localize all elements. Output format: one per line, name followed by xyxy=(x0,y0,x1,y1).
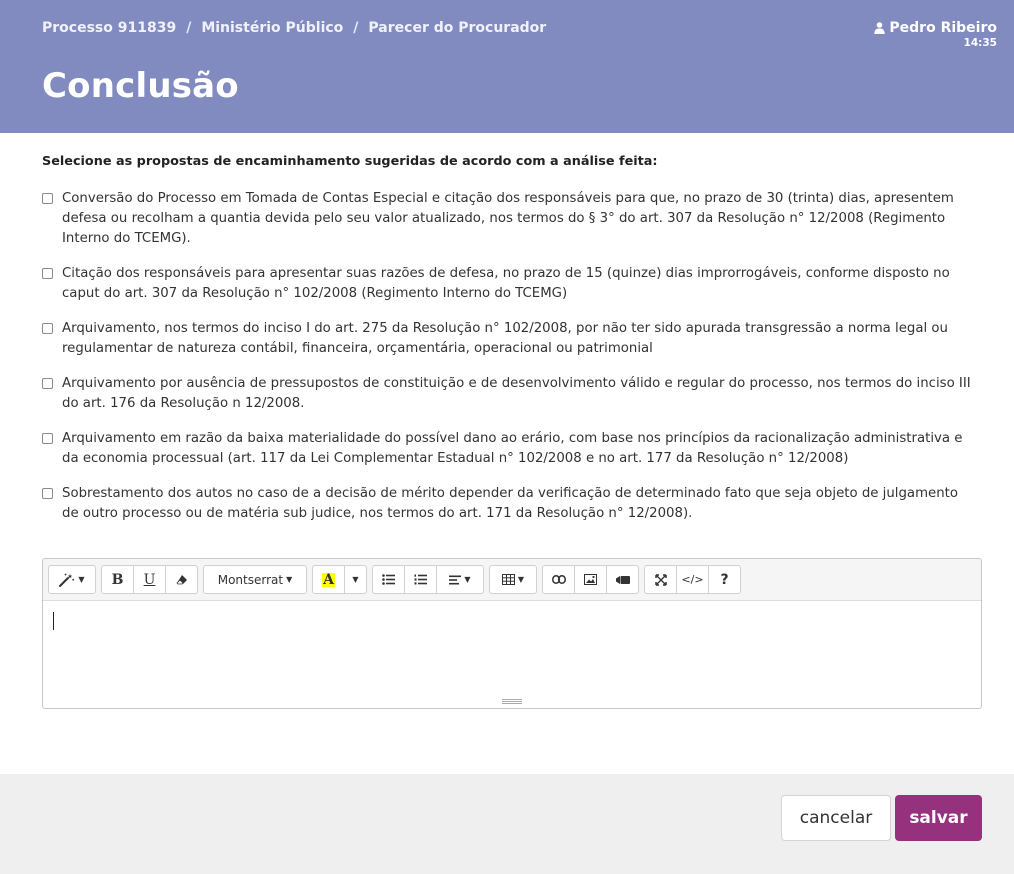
fullscreen-button[interactable] xyxy=(644,565,677,594)
option-checkbox[interactable] xyxy=(42,378,53,389)
font-name-group: Montserrat ▼ xyxy=(203,565,307,600)
breadcrumb: Processo 911839 / Ministério Público / P… xyxy=(42,20,546,36)
font-name-dropdown[interactable]: Montserrat ▼ xyxy=(203,565,307,594)
style-group: ▼ xyxy=(48,565,96,600)
option-label: Citação dos responsáveis para apresentar… xyxy=(62,266,950,301)
current-time: 14:35 xyxy=(963,37,997,49)
highlight-color-button[interactable]: A xyxy=(312,565,345,594)
option-item[interactable]: Conversão do Processo em Tomada de Conta… xyxy=(42,189,982,249)
chevron-down-icon: ▼ xyxy=(286,575,293,584)
bullet-list-icon xyxy=(382,574,395,585)
page-title: Conclusão xyxy=(42,66,239,106)
help-button[interactable]: ? xyxy=(708,565,741,594)
ordered-list-button[interactable] xyxy=(404,565,437,594)
color-group: A ▼ xyxy=(312,565,367,600)
video-button[interactable] xyxy=(606,565,639,594)
user-info[interactable]: Pedro Ribeiro 14:35 xyxy=(874,20,997,49)
help-icon: ? xyxy=(720,571,729,588)
chevron-down-icon: ▼ xyxy=(352,575,359,584)
table-icon xyxy=(501,574,515,585)
color-dropdown-button[interactable]: ▼ xyxy=(344,565,367,594)
save-button[interactable]: salvar xyxy=(895,795,982,841)
eraser-icon xyxy=(175,574,188,586)
underline-icon: U xyxy=(143,571,156,588)
user-icon xyxy=(874,22,886,34)
user-name: Pedro Ribeiro xyxy=(889,20,997,36)
picture-icon xyxy=(584,574,597,585)
paragraph-align-button[interactable]: ▼ xyxy=(436,565,484,594)
breadcrumb-separator: / xyxy=(353,20,359,36)
style-button[interactable]: ▼ xyxy=(48,565,96,594)
paragraph-group: ▼ xyxy=(372,565,484,600)
page-header: Processo 911839 / Ministério Público / P… xyxy=(0,0,1014,133)
option-checkbox[interactable] xyxy=(42,193,53,204)
editor-toolbar: ▼ B U Montserrat ▼ A ▼ ▼ ▼ </> ? xyxy=(43,559,981,601)
breadcrumb-item-parecer: Parecer do Procurador xyxy=(368,20,547,36)
font-name-value: Montserrat xyxy=(217,572,284,587)
insert-group xyxy=(542,565,639,600)
option-checkbox[interactable] xyxy=(42,268,53,279)
align-left-icon xyxy=(449,575,462,585)
option-item[interactable]: Arquivamento em razão da baixa materiali… xyxy=(42,429,982,469)
resize-handle[interactable] xyxy=(502,699,522,704)
image-button[interactable] xyxy=(574,565,607,594)
breadcrumb-item-ministerio[interactable]: Ministério Público xyxy=(201,20,343,36)
option-item[interactable]: Sobrestamento dos autos no caso de a dec… xyxy=(42,484,982,524)
magic-wand-icon xyxy=(59,573,75,587)
unordered-list-button[interactable] xyxy=(372,565,405,594)
chevron-down-icon: ▼ xyxy=(517,575,525,584)
text-cursor xyxy=(53,612,54,630)
table-button[interactable]: ▼ xyxy=(489,565,537,594)
instructions-text: Selecione as propostas de encaminhamento… xyxy=(42,154,658,169)
bold-icon: B xyxy=(111,571,124,588)
rich-text-editor: ▼ B U Montserrat ▼ A ▼ ▼ ▼ </> ? xyxy=(42,558,982,709)
misc-group: </> ? xyxy=(644,565,741,600)
user-name-row[interactable]: Pedro Ribeiro xyxy=(874,20,997,36)
table-group: ▼ xyxy=(489,565,537,600)
option-checkbox[interactable] xyxy=(42,488,53,499)
underline-button[interactable]: U xyxy=(133,565,166,594)
numbered-list-icon xyxy=(414,574,427,585)
option-label: Sobrestamento dos autos no caso de a dec… xyxy=(62,486,958,521)
fullscreen-icon xyxy=(654,573,667,586)
chevron-down-icon: ▼ xyxy=(464,575,471,584)
breadcrumb-item-processo[interactable]: Processo 911839 xyxy=(42,20,176,36)
option-label: Arquivamento em razão da baixa materiali… xyxy=(62,431,963,466)
font-style-group: B U xyxy=(101,565,198,600)
bold-button[interactable]: B xyxy=(101,565,134,594)
editor-content-area[interactable] xyxy=(43,601,981,707)
video-icon xyxy=(615,575,630,585)
option-checkbox[interactable] xyxy=(42,433,53,444)
option-label: Arquivamento, nos termos do inciso I do … xyxy=(62,321,948,356)
option-label: Arquivamento por ausência de pressuposto… xyxy=(62,376,971,411)
link-icon xyxy=(551,575,566,584)
chevron-down-icon: ▼ xyxy=(78,575,85,584)
proposal-options: Conversão do Processo em Tomada de Conta… xyxy=(42,189,982,539)
cancel-button[interactable]: cancelar xyxy=(781,795,891,841)
highlight-a-icon: A xyxy=(322,571,335,588)
option-item[interactable]: Citação dos responsáveis para apresentar… xyxy=(42,264,982,304)
option-checkbox[interactable] xyxy=(42,323,53,334)
code-view-button[interactable]: </> xyxy=(676,565,709,594)
breadcrumb-separator: / xyxy=(186,20,192,36)
option-label: Conversão do Processo em Tomada de Conta… xyxy=(62,191,954,246)
option-item[interactable]: Arquivamento, nos termos do inciso I do … xyxy=(42,319,982,359)
code-icon: </> xyxy=(681,573,704,586)
link-button[interactable] xyxy=(542,565,575,594)
option-item[interactable]: Arquivamento por ausência de pressuposto… xyxy=(42,374,982,414)
clear-format-button[interactable] xyxy=(165,565,198,594)
